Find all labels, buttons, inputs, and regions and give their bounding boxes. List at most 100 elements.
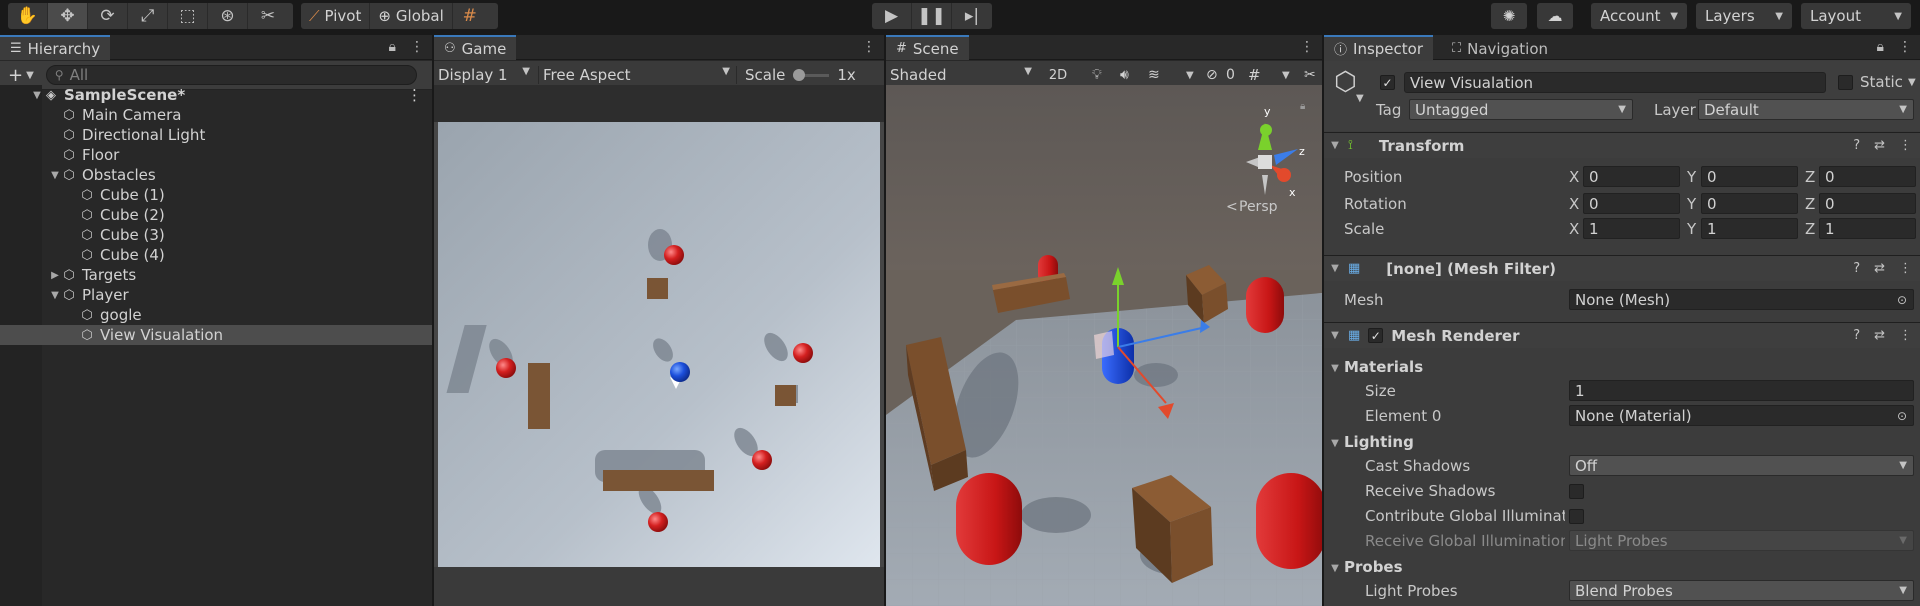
chevron-down-icon[interactable]: ▼: [1186, 70, 1194, 81]
chevron-down-icon[interactable]: ▼: [1282, 70, 1290, 81]
scale-z-input[interactable]: 1: [1819, 218, 1916, 239]
hierarchy-row[interactable]: ⬡ Floor: [0, 145, 432, 165]
element0-object-field[interactable]: None (Material) ⊙: [1569, 405, 1914, 426]
display-dropdown[interactable]: Display 1 ▼: [438, 66, 534, 84]
kebab-menu-icon[interactable]: ⋮: [1300, 39, 1314, 55]
rotation-x-input[interactable]: 0: [1583, 193, 1680, 214]
audio-icon[interactable]: 🔊︎: [1120, 67, 1129, 83]
cloud-button[interactable]: ☁: [1537, 3, 1573, 29]
gizmo-lock-icon[interactable]: 🔒︎: [1300, 101, 1305, 112]
gizmo-center[interactable]: [1258, 155, 1272, 169]
rotation-y-axis-label[interactable]: Y: [1687, 195, 1696, 213]
preset-icon[interactable]: ⇄: [1874, 138, 1885, 153]
layout-dropdown[interactable]: Layout ▼: [1801, 3, 1911, 29]
scale-slider[interactable]: [793, 68, 830, 81]
transform-tool-icon[interactable]: ⊛: [208, 3, 248, 29]
move-tool-icon[interactable]: ✥: [48, 3, 88, 29]
object-picker-icon[interactable]: ⊙: [1897, 409, 1907, 423]
pivot-toggle[interactable]: ⟋ Pivot: [301, 3, 371, 29]
materials-foldout[interactable]: Materials: [1344, 358, 1423, 376]
pause-button[interactable]: ❚❚: [912, 3, 952, 29]
chevron-down-icon[interactable]: ▼: [1356, 93, 1364, 104]
tab-scene[interactable]: # Scene: [886, 35, 969, 60]
enabled-checkbox[interactable]: ✓: [1368, 328, 1384, 343]
light-probes-dropdown[interactable]: Blend Probes ▼: [1569, 580, 1914, 601]
rotation-x-axis-label[interactable]: X: [1569, 195, 1579, 213]
tab-navigation[interactable]: ⛶ Navigation: [1442, 35, 1558, 60]
help-icon[interactable]: ?: [1853, 261, 1860, 276]
kebab-menu-icon[interactable]: ⋮: [1899, 261, 1912, 276]
foldout-icon[interactable]: ▼: [1328, 438, 1342, 449]
rect-tool-icon[interactable]: ⬚: [168, 3, 208, 29]
scene-row[interactable]: ▼ ◈ SampleScene* ⋮: [0, 85, 432, 105]
kebab-menu-icon[interactable]: ⋮: [862, 39, 876, 55]
grid-toggle-icon[interactable]: #: [1248, 66, 1261, 84]
hierarchy-row[interactable]: ▼ ⬡ Obstacles: [0, 165, 432, 185]
hierarchy-row[interactable]: ⬡ Cube (4): [0, 245, 432, 265]
mesh-renderer-header[interactable]: ▼ ▦ ✓ Mesh Renderer ? ⇄ ⋮: [1324, 322, 1920, 348]
scale-x-axis-label[interactable]: X: [1569, 220, 1579, 238]
custom-tool-icon[interactable]: ✂: [248, 3, 288, 29]
chevron-down-icon[interactable]: ▼: [1908, 77, 1916, 88]
services-button[interactable]: ✺: [1491, 3, 1527, 29]
add-object-button[interactable]: +: [8, 65, 23, 86]
persp-label[interactable]: Persp: [1239, 199, 1278, 215]
active-checkbox[interactable]: ✓: [1380, 75, 1395, 90]
lighting-icon[interactable]: 💡︎: [1092, 67, 1102, 83]
kebab-menu-icon[interactable]: ⋮: [1899, 138, 1912, 153]
aspect-dropdown[interactable]: Free Aspect ▼: [538, 66, 734, 84]
position-y-axis-label[interactable]: Y: [1687, 168, 1696, 186]
effects-icon[interactable]: ≋: [1148, 67, 1160, 83]
position-z-axis-label[interactable]: Z: [1805, 168, 1815, 186]
help-icon[interactable]: ?: [1853, 138, 1860, 153]
grid-snap-icon[interactable]: #: [453, 3, 487, 29]
lighting-foldout[interactable]: Lighting: [1344, 433, 1414, 451]
rotation-z-axis-label[interactable]: Z: [1805, 195, 1815, 213]
account-dropdown[interactable]: Account ▼: [1591, 3, 1687, 29]
hand-tool-icon[interactable]: ✋: [8, 3, 48, 29]
tab-hierarchy[interactable]: ☰ Hierarchy: [0, 35, 111, 60]
scale-x-input[interactable]: 1: [1583, 218, 1680, 239]
rotate-tool-icon[interactable]: ⟳: [88, 3, 128, 29]
tab-inspector[interactable]: ⓘ Inspector: [1324, 35, 1433, 60]
global-toggle[interactable]: ⊕ Global: [370, 3, 453, 29]
foldout-icon[interactable]: ▼: [1328, 140, 1342, 151]
layer-dropdown[interactable]: Default ▼: [1698, 99, 1914, 120]
cast-shadows-dropdown[interactable]: Off ▼: [1569, 455, 1914, 476]
game-viewport[interactable]: [434, 85, 884, 606]
hierarchy-row[interactable]: ⬡ gogle: [0, 305, 432, 325]
position-x-axis-label[interactable]: X: [1569, 168, 1579, 186]
kebab-menu-icon[interactable]: ⋮: [1899, 328, 1912, 343]
transform-header[interactable]: ▼ ⟟ Transform ? ⇄ ⋮: [1324, 132, 1920, 158]
object-picker-icon[interactable]: ⊙: [1897, 293, 1907, 307]
slider-thumb[interactable]: [793, 68, 806, 81]
mesh-object-field[interactable]: None (Mesh) ⊙: [1569, 289, 1914, 310]
position-y-input[interactable]: 0: [1701, 166, 1798, 187]
hierarchy-row[interactable]: ⬡ Cube (1): [0, 185, 432, 205]
rotation-z-input[interactable]: 0: [1819, 193, 1916, 214]
expand-arrow-icon[interactable]: ▼: [48, 170, 62, 181]
hierarchy-row[interactable]: ▶ ⬡ Targets: [0, 265, 432, 285]
lock-icon[interactable]: 🔒︎: [389, 39, 396, 55]
scale-z-axis-label[interactable]: Z: [1805, 220, 1815, 238]
expand-arrow-icon[interactable]: ▼: [30, 90, 44, 101]
kebab-menu-icon[interactable]: ⋮: [410, 39, 424, 55]
tools-icon[interactable]: ✂: [1304, 67, 1316, 83]
hierarchy-row[interactable]: ⬡ Cube (2): [0, 205, 432, 225]
mesh-filter-header[interactable]: ▼ ▦ [none] (Mesh Filter) ? ⇄ ⋮: [1324, 255, 1920, 281]
foldout-icon[interactable]: ▼: [1328, 330, 1342, 341]
foldout-icon[interactable]: ▼: [1328, 563, 1342, 574]
receive-shadows-checkbox[interactable]: [1569, 484, 1584, 499]
position-x-input[interactable]: 0: [1583, 166, 1680, 187]
hierarchy-row[interactable]: ⬡ Cube (3): [0, 225, 432, 245]
kebab-menu-icon[interactable]: ⋮: [1898, 39, 1912, 55]
layers-dropdown[interactable]: Layers ▼: [1696, 3, 1792, 29]
contribute-gi-checkbox[interactable]: [1569, 509, 1584, 524]
expand-arrow-icon[interactable]: ▼: [48, 290, 62, 301]
hierarchy-row[interactable]: ▼ ⬡ Player: [0, 285, 432, 305]
position-z-input[interactable]: 0: [1819, 166, 1916, 187]
size-input[interactable]: 1: [1569, 380, 1914, 401]
2d-toggle[interactable]: 2D: [1042, 68, 1074, 83]
tab-game[interactable]: ⚇ Game: [434, 35, 517, 60]
foldout-icon[interactable]: ▼: [1328, 263, 1342, 274]
